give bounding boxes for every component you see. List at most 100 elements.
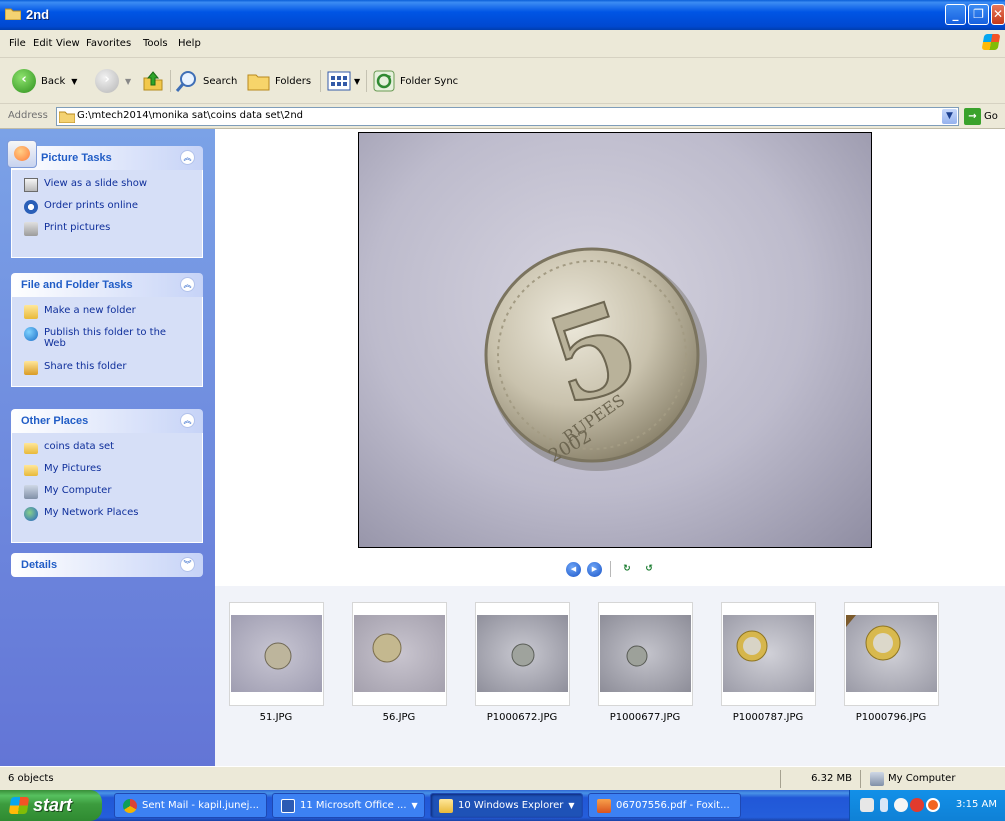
back-dropdown-icon[interactable]: ▼: [71, 77, 77, 86]
windows-flag-icon: [8, 797, 30, 814]
status-location: My Computer: [866, 770, 959, 788]
help-tray-icon[interactable]: [860, 798, 874, 812]
task-publish-web[interactable]: Publish this folder to the Web: [24, 327, 192, 361]
start-button[interactable]: start: [0, 790, 102, 821]
picture-tasks-header[interactable]: Picture Tasks ︽: [7, 140, 203, 170]
collapse-chevron-icon[interactable]: ︽: [180, 413, 195, 428]
folder-icon: [59, 111, 75, 123]
task-make-folder[interactable]: Make a new folder: [24, 305, 192, 327]
image-preview: 5 RUPEES 2002: [358, 132, 872, 548]
place-coins-data-set[interactable]: coins data set: [24, 441, 192, 463]
coin-thumbnail: [372, 633, 402, 663]
usb-tray-icon[interactable]: [880, 798, 888, 812]
up-folder-button[interactable]: [142, 68, 164, 94]
taskbar-item-sent-mail[interactable]: Sent Mail - kapil.junej...: [114, 793, 267, 818]
menu-help[interactable]: Help: [178, 38, 201, 49]
group-dropdown-icon: ▼: [411, 801, 418, 810]
place-label: My Network Places: [44, 507, 139, 518]
place-my-network[interactable]: My Network Places: [24, 507, 192, 529]
up-folder-icon: [143, 71, 163, 91]
go-button[interactable]: → Go: [964, 108, 998, 125]
maximize-button[interactable]: ❐: [968, 4, 989, 25]
task-label: View as a slide show: [44, 178, 148, 189]
task-view-slideshow[interactable]: View as a slide show: [24, 178, 192, 200]
status-size: 6.32 MB: [811, 773, 852, 784]
folders-button[interactable]: Folders: [247, 68, 311, 94]
address-dropdown-icon[interactable]: ▼: [942, 109, 957, 124]
task-share-folder[interactable]: Share this folder: [24, 361, 192, 383]
search-button[interactable]: Search: [175, 68, 237, 94]
task-label: Print pictures: [44, 222, 111, 233]
coin-photo: 5 RUPEES 2002: [484, 247, 707, 471]
forward-button[interactable]: › ▼: [95, 68, 131, 94]
folder-icon: [24, 465, 38, 476]
order-prints-icon: [24, 200, 38, 214]
task-order-prints[interactable]: Order prints online: [24, 200, 192, 222]
search-icon: [175, 71, 196, 92]
viewer-controls: ◀ ▶ ↻ ↺: [566, 561, 657, 577]
share-folder-icon: [24, 361, 38, 375]
toolbar: ‹ Back ▼ › ▼ Search Folders ▼ Folder Syn…: [0, 58, 1005, 104]
minimize-button[interactable]: _: [945, 4, 966, 25]
menu-view[interactable]: View: [56, 38, 80, 49]
taskbar-item-office[interactable]: 11 Microsoft Office ... ▼: [272, 793, 425, 818]
task-label: Share this folder: [44, 361, 127, 372]
arrow-tray-icon[interactable]: [894, 798, 908, 812]
coin-thumbnail: [736, 630, 768, 662]
thumbnail[interactable]: [598, 602, 693, 706]
views-icon: [327, 71, 351, 91]
taskbar-item-foxit[interactable]: 06707556.pdf - Foxit...: [588, 793, 741, 818]
thumbnail[interactable]: [721, 602, 816, 706]
details-title: Details: [21, 559, 58, 571]
next-image-icon[interactable]: ▶: [587, 561, 602, 577]
task-label: 10 Windows Explorer: [458, 800, 564, 811]
thumbnail[interactable]: [475, 602, 570, 706]
back-label: Back: [41, 75, 66, 87]
filmstrip: 51.JPG 56.JPG P1000672.JPG P1000677.JPG …: [215, 586, 1005, 766]
rotate-counterclockwise-icon[interactable]: ↺: [641, 563, 657, 575]
menu-edit[interactable]: Edit: [33, 38, 52, 49]
menu-tools[interactable]: Tools: [143, 38, 168, 49]
menu-file[interactable]: File: [9, 38, 26, 49]
place-my-computer[interactable]: My Computer: [24, 485, 192, 507]
previous-image-icon[interactable]: ◀: [566, 561, 581, 577]
other-places-title: Other Places: [21, 415, 89, 427]
clock: 3:15 AM: [955, 799, 997, 810]
thumbnail-label: P1000796.JPG: [855, 712, 927, 723]
thumbnail[interactable]: [229, 602, 324, 706]
task-print-pictures[interactable]: Print pictures: [24, 222, 192, 244]
other-places-header[interactable]: Other Places ︽: [11, 409, 203, 433]
menu-favorites[interactable]: Favorites: [86, 38, 131, 49]
antivirus-tray-icon[interactable]: [910, 798, 924, 812]
coin-thumbnail: [846, 615, 901, 661]
place-label: My Pictures: [44, 463, 102, 474]
folder-sync-button[interactable]: Folder Sync: [373, 68, 458, 94]
thumbnail[interactable]: [352, 602, 447, 706]
address-input[interactable]: G:\mtech2014\monika sat\coins data set\2…: [56, 107, 959, 126]
opera-tray-icon[interactable]: [926, 798, 940, 812]
folder-sync-label: Folder Sync: [400, 75, 459, 87]
back-button[interactable]: ‹ Back ▼: [12, 68, 77, 94]
back-arrow-icon: ‹: [12, 69, 36, 93]
task-pane: Picture Tasks ︽ View as a slide show Ord…: [0, 129, 215, 766]
collapse-chevron-icon[interactable]: ︽: [180, 150, 195, 165]
forward-dropdown-icon[interactable]: ▼: [125, 77, 131, 86]
expand-chevron-icon[interactable]: ︾: [180, 557, 195, 572]
task-label: Make a new folder: [44, 305, 136, 316]
collapse-chevron-icon[interactable]: ︽: [180, 277, 195, 292]
place-my-pictures[interactable]: My Pictures: [24, 463, 192, 485]
task-label: 11 Microsoft Office ...: [300, 800, 407, 811]
computer-icon: [24, 485, 38, 499]
views-button[interactable]: ▼: [327, 68, 360, 94]
thumbnail[interactable]: [844, 602, 939, 706]
taskbar-item-explorer[interactable]: 10 Windows Explorer ▼: [430, 793, 583, 818]
task-label: Sent Mail - kapil.junej...: [142, 800, 259, 811]
details-header[interactable]: Details ︾: [11, 553, 203, 577]
file-folder-tasks-header[interactable]: File and Folder Tasks ︽: [11, 273, 203, 297]
go-label: Go: [984, 111, 998, 122]
title-bar: 2nd _ ❐ ✕: [0, 0, 1005, 30]
address-bar: Address G:\mtech2014\monika sat\coins da…: [0, 105, 1005, 129]
picture-tasks-icon: [7, 140, 37, 168]
rotate-clockwise-icon[interactable]: ↻: [619, 563, 635, 575]
close-button[interactable]: ✕: [991, 4, 1005, 25]
